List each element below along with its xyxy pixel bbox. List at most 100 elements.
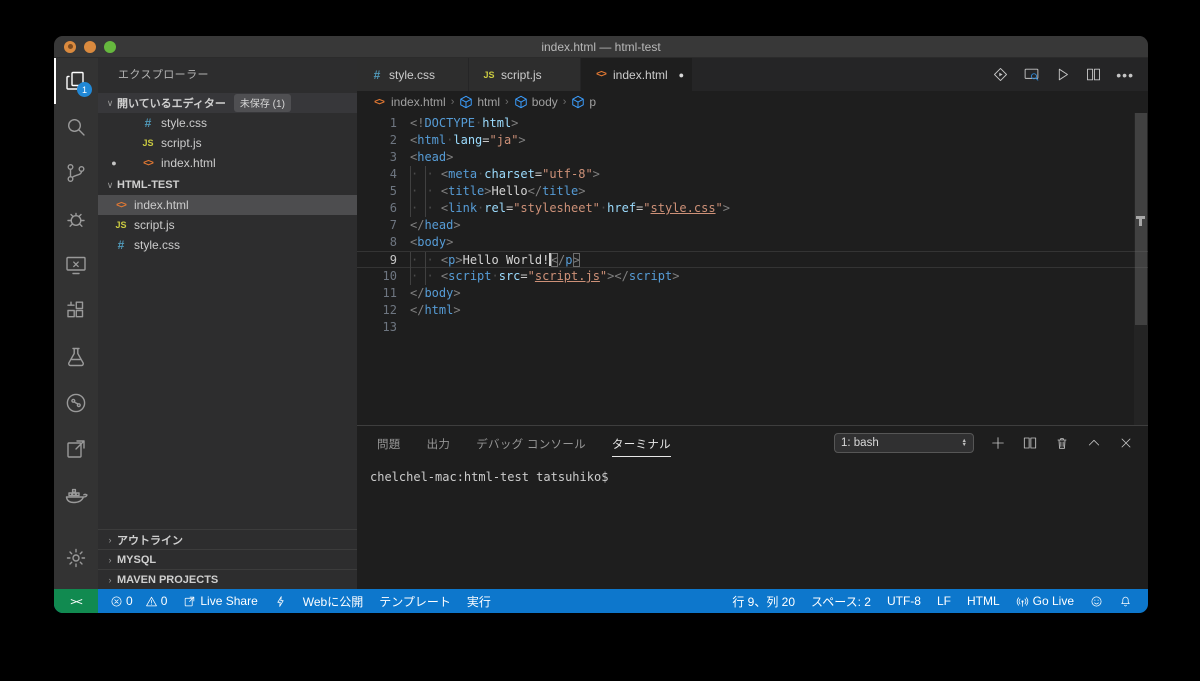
sidebar-section-アウトライン[interactable]: ›アウトライン — [98, 529, 357, 549]
status-run[interactable]: 実行 — [459, 589, 499, 613]
code-line-11[interactable]: 11</body> — [357, 285, 1148, 302]
terminal-content[interactable]: chelchel-mac:html-test tatsuhiko$ — [357, 460, 1148, 589]
status-label: テンプレート — [379, 593, 451, 610]
open-in-browser-button[interactable] — [992, 66, 1009, 83]
tab-index.html[interactable]: <>index.html● — [581, 58, 693, 91]
code-token: link — [448, 201, 477, 215]
split-terminal-icon — [1022, 435, 1038, 451]
activity-item-project-circle[interactable] — [54, 380, 98, 426]
code-line-4[interactable]: 4· · <meta·charset="utf-8"> — [357, 166, 1148, 183]
file-link[interactable]: style.css — [651, 201, 716, 215]
file-link[interactable]: script.js — [535, 269, 600, 283]
breadcrumb-item-p[interactable]: p — [571, 95, 596, 109]
activity-item-source-control[interactable] — [54, 150, 98, 196]
terminal-shell-select[interactable]: 1: bash ▲▼ — [834, 433, 974, 453]
panel-tab-ターミナル[interactable]: ターミナル — [612, 430, 671, 457]
breadcrumb-item-index.html[interactable]: <>index.html — [371, 95, 446, 109]
code-line-13[interactable]: 13 — [357, 319, 1148, 336]
breadcrumb-item-html[interactable]: html — [459, 95, 500, 109]
maximize-panel-button[interactable] — [1086, 435, 1102, 451]
code-line-2[interactable]: 2<html·lang="ja"> — [357, 132, 1148, 149]
split-terminal-button[interactable] — [1022, 435, 1038, 451]
tab-style.css[interactable]: #style.css — [357, 58, 469, 91]
code-editor[interactable]: 1<!DOCTYPE·html>2<html·lang="ja">3<head>… — [357, 113, 1148, 425]
code-line-6[interactable]: 6· · <link·rel="stylesheet"·href="style.… — [357, 200, 1148, 217]
error-count: 0 — [126, 594, 133, 608]
folder-header[interactable]: ∨ HTML-TEST — [98, 175, 357, 195]
panel-tab-出力[interactable]: 出力 — [427, 430, 451, 456]
activity-item-settings[interactable] — [54, 535, 98, 581]
code-token: </ — [528, 184, 542, 198]
activity-item-extensions[interactable] — [54, 288, 98, 334]
open-editor-item[interactable]: JSscript.js — [98, 133, 357, 153]
bell-icon — [1119, 595, 1132, 608]
code-line-10[interactable]: 10· · <script·src="script.js"></script> — [357, 268, 1148, 285]
editor-scrollbar[interactable] — [1134, 113, 1148, 425]
breadcrumb-separator: › — [563, 96, 567, 108]
breadcrumb-item-body[interactable]: body — [514, 95, 558, 109]
remote-indicator[interactable]: >< — [54, 589, 98, 613]
split-editor-button[interactable] — [1085, 66, 1102, 83]
code-line-8[interactable]: 8<body> — [357, 234, 1148, 251]
status-eol[interactable]: LF — [929, 589, 959, 613]
status-feedback[interactable] — [1082, 589, 1111, 613]
new-terminal-icon — [990, 435, 1006, 451]
code-token: html — [417, 133, 446, 147]
code-line-1[interactable]: 1<!DOCTYPE·html> — [357, 115, 1148, 132]
sidebar-section-maven-projects[interactable]: ›MAVEN PROJECTS — [98, 569, 357, 589]
code-line-5[interactable]: 5· · <title>Hello</title> — [357, 183, 1148, 200]
status-publish-web[interactable]: Webに公開 — [295, 589, 371, 613]
code-token: > — [446, 235, 453, 249]
panel-tab-デバッグ コンソール[interactable]: デバッグ コンソール — [476, 430, 586, 456]
close-panel-button[interactable] — [1118, 435, 1134, 451]
open-editor-item[interactable]: ●<>index.html — [98, 153, 357, 173]
code-line-3[interactable]: 3<head> — [357, 149, 1148, 166]
sidebar-bottom-sections: ›アウトライン›MYSQL›MAVEN PROJECTS — [98, 529, 357, 589]
status-language-mode[interactable]: HTML — [959, 589, 1008, 613]
tree-file-item[interactable]: #style.css — [98, 235, 357, 255]
status-zap[interactable] — [266, 589, 295, 613]
line-number: 8 — [357, 234, 397, 251]
open-editors-header[interactable]: ∨ 開いているエディター 未保存 (1) — [98, 93, 357, 113]
status-live-share[interactable]: Live Share — [175, 589, 265, 613]
status-template[interactable]: テンプレート — [371, 589, 459, 613]
status-go-live[interactable]: Go Live — [1008, 589, 1082, 613]
status-problems[interactable]: 00 — [102, 589, 175, 613]
status-encoding[interactable]: UTF-8 — [879, 589, 929, 613]
activity-item-docker[interactable] — [54, 472, 98, 518]
code-line-12[interactable]: 12</html> — [357, 302, 1148, 319]
html-file-icon: <> — [140, 158, 156, 169]
new-terminal-button[interactable] — [990, 435, 1006, 451]
kill-terminal-button[interactable] — [1054, 435, 1070, 451]
code-line-7[interactable]: 7</head> — [357, 217, 1148, 234]
open-editor-item[interactable]: #style.css — [98, 113, 357, 133]
activity-item-remote-explorer[interactable] — [54, 242, 98, 288]
status-notifications[interactable] — [1111, 589, 1140, 613]
code-token: = — [535, 167, 542, 181]
status-cursor-position[interactable]: 行 9、列 20 — [724, 589, 803, 613]
code-line-9[interactable]: 9· · <p>Hello World!</p> — [357, 251, 1148, 268]
remote-icon: >< — [70, 595, 81, 608]
breadcrumb-separator: › — [505, 96, 509, 108]
activity-item-debug[interactable] — [54, 196, 98, 242]
activity-item-test-beaker[interactable] — [54, 334, 98, 380]
panel-tab-問題[interactable]: 問題 — [377, 430, 401, 456]
tree-file-item[interactable]: <>index.html — [98, 195, 357, 215]
open-preview-button[interactable] — [1023, 66, 1040, 83]
status-indentation[interactable]: スペース: 2 — [803, 589, 879, 613]
activity-item-explorer[interactable]: 1 — [54, 58, 98, 104]
code-token: > — [573, 253, 580, 267]
tab-script.js[interactable]: JSscript.js — [469, 58, 581, 91]
run-button[interactable] — [1054, 66, 1071, 83]
activity-item-search[interactable] — [54, 104, 98, 150]
activity-spacer — [54, 518, 98, 535]
code-token: > — [723, 201, 730, 215]
zap-icon — [274, 595, 287, 608]
more-actions-button[interactable]: ••• — [1116, 67, 1134, 83]
tree-file-item[interactable]: JSscript.js — [98, 215, 357, 235]
sidebar-section-mysql[interactable]: ›MYSQL — [98, 549, 357, 569]
activity-item-live-share[interactable] — [54, 426, 98, 472]
activity-badge: 1 — [77, 82, 92, 97]
line-number: 3 — [357, 149, 397, 166]
code-content: </head> — [397, 217, 461, 234]
